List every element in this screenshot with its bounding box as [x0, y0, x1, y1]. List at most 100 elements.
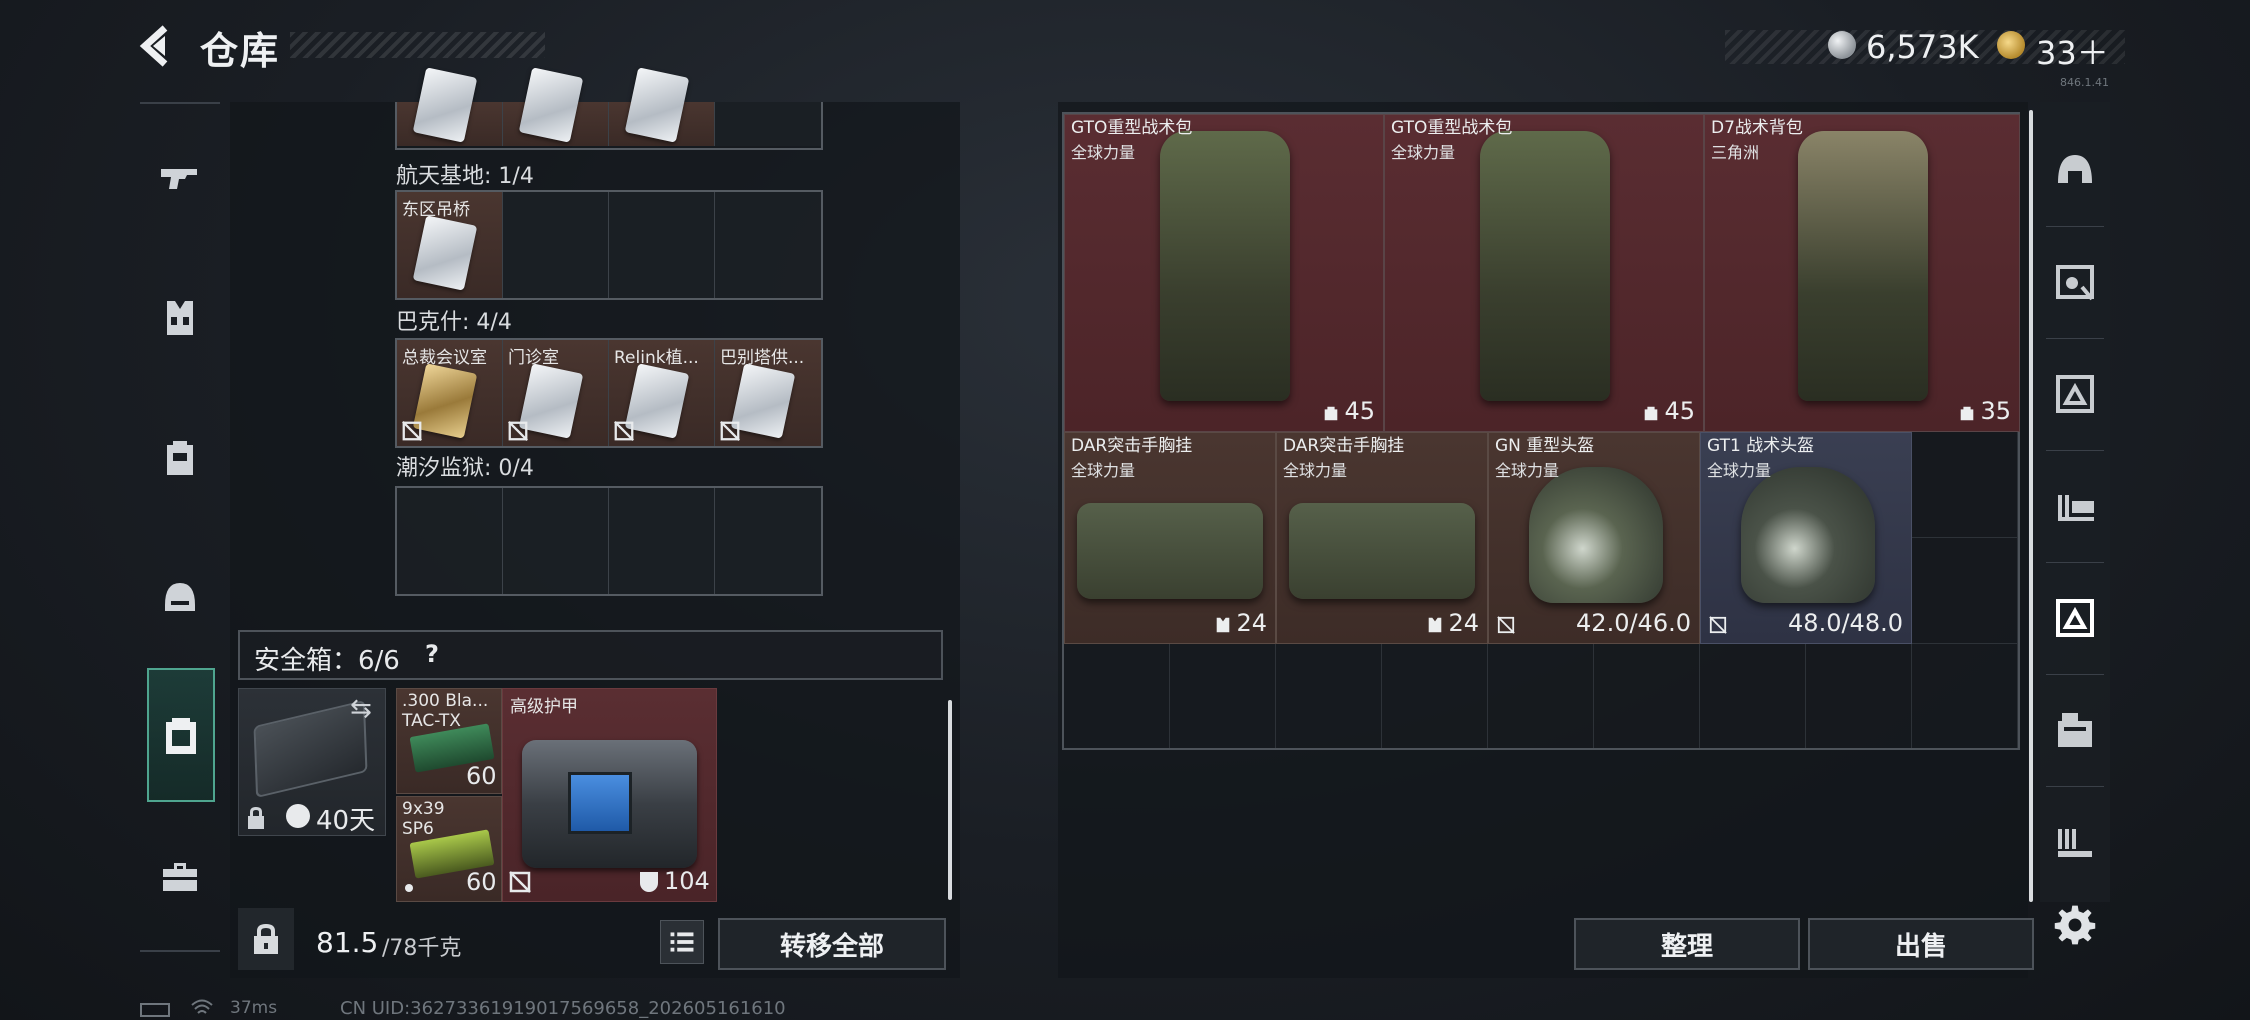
backpack-item[interactable]: GTO重型战术包 全球力量 45 [1064, 114, 1384, 432]
transfer-all-button[interactable]: 转移全部 [718, 918, 946, 970]
pistol-icon [161, 169, 197, 189]
key-slot[interactable] [715, 102, 821, 146]
safe-box-label: 安全箱：6/6 [254, 646, 400, 676]
item-name: DAR突击手胸挂 [1283, 436, 1405, 456]
lock-button[interactable] [238, 908, 294, 970]
dot-indicator [405, 884, 413, 892]
backpack-icon [167, 441, 193, 475]
helmet-item[interactable]: GT1 战术头盔 全球力量 48.0/48.0 [1700, 432, 1912, 644]
key-slot[interactable] [397, 488, 503, 594]
back-arrow-icon[interactable] [135, 22, 183, 70]
key-slot[interactable] [609, 488, 715, 594]
item-faction: 全球力量 [1495, 461, 1560, 480]
rail-tab-vest[interactable] [140, 268, 220, 368]
rail-divider [140, 102, 220, 104]
item-faction: 三角洲 [1711, 143, 1760, 162]
item-value: 35 [1980, 397, 2011, 425]
list-view-button[interactable] [660, 920, 704, 964]
key-slot[interactable]: Relink植... [609, 340, 715, 446]
rail-divider [2046, 786, 2104, 787]
item-faction: 全球力量 [1071, 461, 1136, 480]
item-faction: 全球力量 [1391, 143, 1456, 162]
rail-tab-safe-case[interactable] [147, 668, 215, 802]
category-tab-armor-tag[interactable] [2040, 232, 2110, 332]
case-days-remaining: 40天 [316, 806, 376, 836]
armor-tag-icon [2056, 265, 2094, 301]
keycard-image [412, 215, 478, 291]
item-name: GTO重型战术包 [1071, 118, 1193, 138]
ammo-count: 60 [466, 762, 497, 790]
key-slot-grid [395, 486, 823, 596]
key-slot[interactable] [609, 67, 715, 146]
capacity-backpack-icon [1960, 406, 1974, 421]
swap-icon[interactable]: ⇆ [350, 694, 372, 724]
category-tab-rig-selected[interactable] [2040, 568, 2110, 668]
key-slot[interactable] [609, 192, 715, 298]
key-slot[interactable]: 总裁会议室 [397, 340, 503, 446]
helmet-outline-icon [2058, 155, 2092, 183]
armor-bag-panel [568, 772, 632, 834]
sort-button[interactable]: 整理 [1574, 918, 1800, 970]
settings-gear-icon[interactable] [2052, 902, 2098, 948]
rail-tab-briefcase[interactable] [140, 826, 220, 926]
stash-scrollbar[interactable] [2029, 110, 2033, 902]
premium-currency-icon [1997, 31, 2025, 59]
safe-case-icon [166, 718, 196, 754]
uid-text: CN UID:36273361919017569658_202605161610 [340, 998, 786, 1019]
rail-tab-helmet[interactable] [140, 548, 220, 648]
rail-tab-weapons[interactable] [140, 128, 220, 228]
capacity-vest-icon [1428, 617, 1442, 633]
category-tab-chest-rig[interactable] [2040, 344, 2110, 444]
key-slot[interactable] [715, 488, 821, 594]
vest-item[interactable]: DAR突击手胸挂 全球力量 24 [1064, 432, 1276, 644]
key-slot[interactable] [503, 192, 609, 298]
inventory-scrollbar[interactable] [948, 700, 952, 900]
key-slot[interactable]: 门诊室 [503, 340, 609, 446]
key-name: 总裁会议室 [402, 348, 487, 368]
key-slot[interactable] [503, 488, 609, 594]
sell-button[interactable]: 出售 [1808, 918, 2034, 970]
backpack-item[interactable]: GTO重型战术包 全球力量 45 [1384, 114, 1704, 432]
category-tab-ammo-belt[interactable] [2040, 792, 2110, 892]
rail-tab-backpack[interactable] [140, 408, 220, 508]
item-name: GT1 战术头盔 [1707, 436, 1815, 456]
key-slot[interactable] [397, 67, 503, 146]
item-value: 45 [1344, 397, 1375, 425]
helmet-item[interactable]: GN 重型头盔 全球力量 42.0/46.0 [1488, 432, 1700, 644]
key-slot[interactable]: 巴别塔供... [715, 340, 821, 446]
premium-balance[interactable]: 33＋ [2036, 28, 2109, 74]
category-tab-helmet-outline[interactable] [2040, 120, 2110, 220]
chest-rig-image [1289, 503, 1475, 599]
key-name: Relink植... [614, 348, 699, 368]
key-slot[interactable]: 东区吊桥 [397, 192, 503, 298]
no-insurance-icon [614, 421, 634, 441]
ammo-type: SP6 [402, 819, 434, 839]
help-button[interactable]: ? [425, 640, 439, 668]
backpack-image [1480, 131, 1610, 401]
item-name: DAR突击手胸挂 [1071, 436, 1193, 456]
vest-item[interactable]: DAR突击手胸挂 全球力量 24 [1276, 432, 1488, 644]
no-insurance-icon [1497, 616, 1515, 634]
armor-name: 高级护甲 [510, 697, 578, 717]
key-section-label: 航天基地: 1/4 [396, 164, 534, 189]
category-tab-container[interactable] [2040, 680, 2110, 780]
coin-balance: 6,573K [1866, 28, 1979, 66]
key-slot[interactable] [715, 192, 821, 298]
battery-icon [140, 1003, 170, 1017]
capacity-vest-icon [1216, 617, 1230, 633]
backpack-image [1160, 131, 1290, 401]
key-slot[interactable] [503, 67, 609, 146]
no-insurance-icon [402, 421, 422, 441]
rail-divider [2046, 562, 2104, 563]
helmet-icon [165, 583, 195, 611]
backpack-item[interactable]: D7战术背包 三角洲 35 [1704, 114, 2020, 432]
ammo-belt-icon [2058, 829, 2092, 857]
rail-divider [2046, 450, 2104, 451]
rail-divider [140, 950, 220, 952]
weight-current: 81.5 [316, 926, 379, 959]
rig-selected-icon [2056, 599, 2094, 637]
title-decoration [290, 32, 545, 58]
category-tab-ammo[interactable] [2040, 456, 2110, 556]
lock-icon [248, 807, 264, 829]
weight-max: /78千克 [382, 936, 462, 961]
